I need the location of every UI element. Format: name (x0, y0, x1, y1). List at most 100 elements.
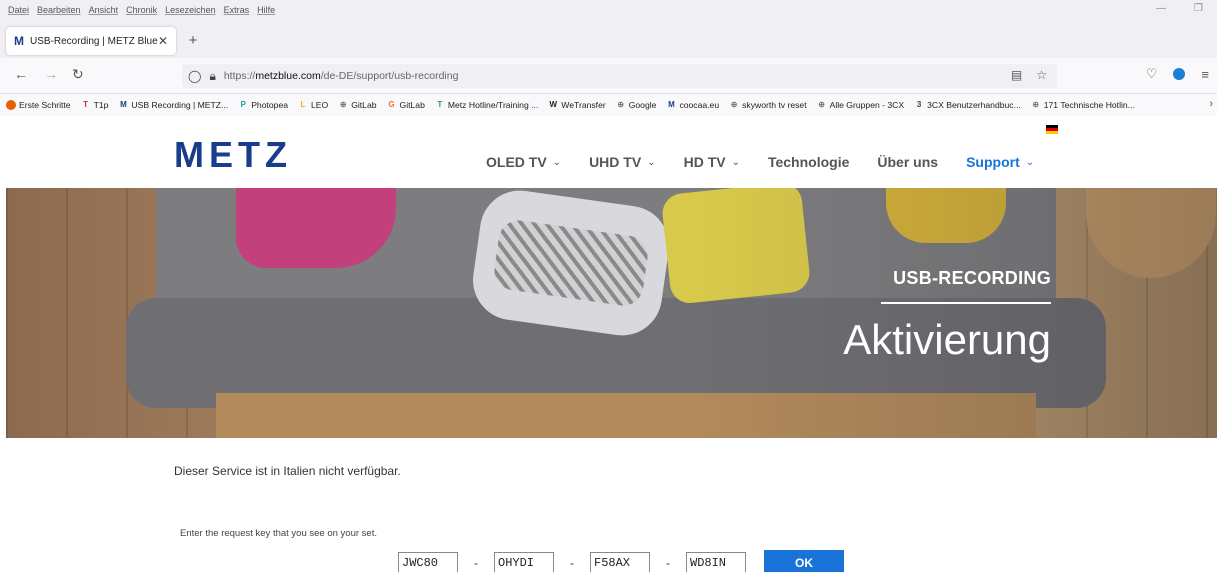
nav-item-uhd-tv[interactable]: UHD TV ⌄ (589, 154, 656, 170)
bookmark-label: GitLab (351, 100, 377, 110)
bookmark-item[interactable]: G GitLab (387, 100, 425, 110)
shield-icon[interactable]: ◯ (188, 69, 201, 83)
nav-item-hd-tv[interactable]: HD TV ⌄ (684, 154, 740, 170)
menu-bar: Datei Bearbeiten Ansicht Chronik Lesezei… (0, 0, 1217, 20)
nav-item-technologie[interactable]: Technologie (768, 154, 849, 170)
hero-banner: USB-RECORDING Aktivierung (6, 188, 1217, 438)
bookmark-item[interactable]: L LEO (298, 100, 329, 110)
forward-icon[interactable]: → (44, 66, 58, 82)
bookmark-item[interactable]: T T1p (81, 100, 108, 110)
service-notice: Dieser Service ist in Italien nicht verf… (174, 464, 401, 478)
bookmark-item[interactable]: M USB Recording | METZ... (118, 100, 228, 110)
new-tab-button[interactable]: + (182, 31, 204, 53)
key-separator: - (666, 556, 670, 570)
key-separator: - (474, 556, 478, 570)
bookmark-label: Google (628, 100, 657, 110)
3cx-icon: 3 (916, 100, 922, 109)
bookmark-item[interactable]: ⊕ GitLab (338, 100, 377, 110)
account-icon[interactable] (1173, 68, 1186, 80)
nav-item-oled-tv[interactable]: OLED TV ⌄ (486, 154, 561, 170)
ok-button[interactable]: OK (764, 550, 844, 572)
pocket-icon[interactable]: ♡ (1146, 66, 1158, 82)
request-key-field-3[interactable] (590, 552, 650, 572)
bookmark-item[interactable]: ⊕ skyworth tv reset (729, 100, 807, 110)
tab-usb-recording[interactable]: M USB-Recording | METZ Blue ✕ (6, 27, 176, 55)
bookmark-label: 3CX Benutzerhandbuc... (927, 100, 1021, 110)
hero-person (236, 188, 396, 268)
chevron-down-icon: ⌄ (731, 156, 740, 168)
url-path: /de-DE/support/usb-recording (320, 70, 459, 82)
globe-icon: ⊕ (730, 100, 738, 109)
metz-logo[interactable]: METZ (174, 134, 292, 176)
reload-icon[interactable]: ↻ (72, 66, 84, 83)
bookmark-item[interactable]: ⊕ Google (616, 100, 657, 110)
bookmark-star-icon[interactable]: ☆ (1036, 68, 1047, 82)
nav-item-label: Technologie (767, 154, 850, 170)
request-key-field-2[interactable] (494, 552, 554, 572)
bookmark-item[interactable]: P Photopea (238, 100, 288, 110)
menu-extras[interactable]: Extras (224, 5, 250, 15)
globe-icon: ⊕ (818, 100, 825, 109)
nav-item-label: Über uns (877, 154, 939, 170)
globe-icon: ⊕ (1032, 100, 1040, 109)
bookmarks-toolbar: Erste Schritte T T1p M USB Recording | METZ.… (0, 94, 1217, 116)
window-controls: — ❐ (1156, 3, 1203, 14)
request-key-field-4[interactable] (686, 552, 746, 572)
reader-view-icon[interactable]: ▤ (1011, 68, 1022, 82)
globe-icon: ⊕ (339, 100, 347, 109)
bookmark-label: Alle Gruppen - 3CX (829, 100, 905, 110)
hero-kicker: USB-RECORDING (893, 268, 1051, 288)
wetransfer-icon: W (549, 100, 558, 109)
url-prefix: https:// (223, 70, 256, 82)
lock-icon[interactable]: 🔒︎ (209, 69, 215, 84)
photopea-icon: P (240, 100, 246, 109)
bookmark-item[interactable]: W WeTransfer (548, 100, 606, 110)
key-separator: - (570, 556, 574, 570)
german-flag-icon[interactable] (1046, 125, 1058, 134)
bookmark-item[interactable]: Mcoocaa.eu (666, 100, 719, 110)
bookmark-label: GitLab (399, 100, 425, 110)
bookmark-label: coocaa.eu (679, 100, 720, 110)
menu-lesezeichen[interactable]: Lesezeichen (165, 5, 216, 15)
bookmark-label: Photopea (251, 100, 288, 110)
request-key-field-1[interactable] (398, 552, 458, 572)
close-tab-icon[interactable]: ✕ (158, 34, 168, 48)
hero-divider (881, 302, 1051, 304)
bookmark-label: USB Recording | METZ... (131, 100, 229, 110)
navigation-bar: ← → ↻ ◯ 🔒︎ https://metzblue.com/de-DE/su… (0, 58, 1217, 94)
site-header: METZ OLED TV ⌄ UHD TV ⌄ HD TV ⌄ Technologie Übe… (0, 116, 1217, 188)
menu-hilfe[interactable]: Hilfe (257, 5, 275, 15)
nav-item-label: HD TV (683, 154, 726, 170)
menu-bearbeiten[interactable]: Bearbeiten (37, 5, 81, 15)
bookmark-item[interactable]: ⊕ Alle Gruppen - 3CX (817, 100, 905, 110)
tip-icon: T (83, 100, 89, 109)
bookmark-label: 171 Technische Hotlin... (1043, 100, 1135, 110)
tab-title: USB-Recording | METZ Blue (30, 35, 158, 47)
menu-chronik[interactable]: Chronik (126, 5, 157, 15)
bookmark-item[interactable]: 3 3CX Benutzerhandbuc... (914, 100, 1021, 110)
firefox-icon (6, 100, 16, 110)
bookmark-label: Metz Hotline/Training ... (447, 100, 539, 110)
metz-hotline-icon: T (437, 100, 443, 109)
hero-shade (697, 188, 1217, 438)
nav-item-label: UHD TV (589, 154, 642, 170)
menu-ansicht[interactable]: Ansicht (89, 5, 119, 15)
bookmark-label: Erste Schritte (19, 100, 71, 110)
restore-icon[interactable]: ❐ (1194, 3, 1203, 14)
bookmark-label: LEO (311, 100, 329, 110)
nav-item-über-uns[interactable]: Über uns (877, 154, 938, 170)
leo-icon: L (300, 100, 306, 109)
menu-datei[interactable]: Datei (8, 5, 29, 15)
globe-icon: ⊕ (617, 100, 625, 109)
menu-icon[interactable]: ≡ (1201, 67, 1209, 82)
bookmark-item[interactable]: T Metz Hotline/Training ... (435, 100, 538, 110)
bookmark-label: WeTransfer (561, 100, 606, 110)
back-icon[interactable]: ← (14, 66, 28, 82)
bookmark-item[interactable]: Erste Schritte (6, 100, 71, 110)
minimize-icon[interactable]: — (1156, 3, 1166, 14)
bookmarks-overflow-icon[interactable]: › (1209, 98, 1213, 110)
url-bar[interactable]: ◯ 🔒︎ https://metzblue.com/de-DE/support/… (182, 64, 1057, 88)
gitlab-icon: G (388, 100, 395, 109)
bookmark-item[interactable]: ⊕ 171 Technische Hotlin... (1031, 100, 1135, 110)
nav-item-support[interactable]: Support ⌄ (966, 154, 1034, 170)
